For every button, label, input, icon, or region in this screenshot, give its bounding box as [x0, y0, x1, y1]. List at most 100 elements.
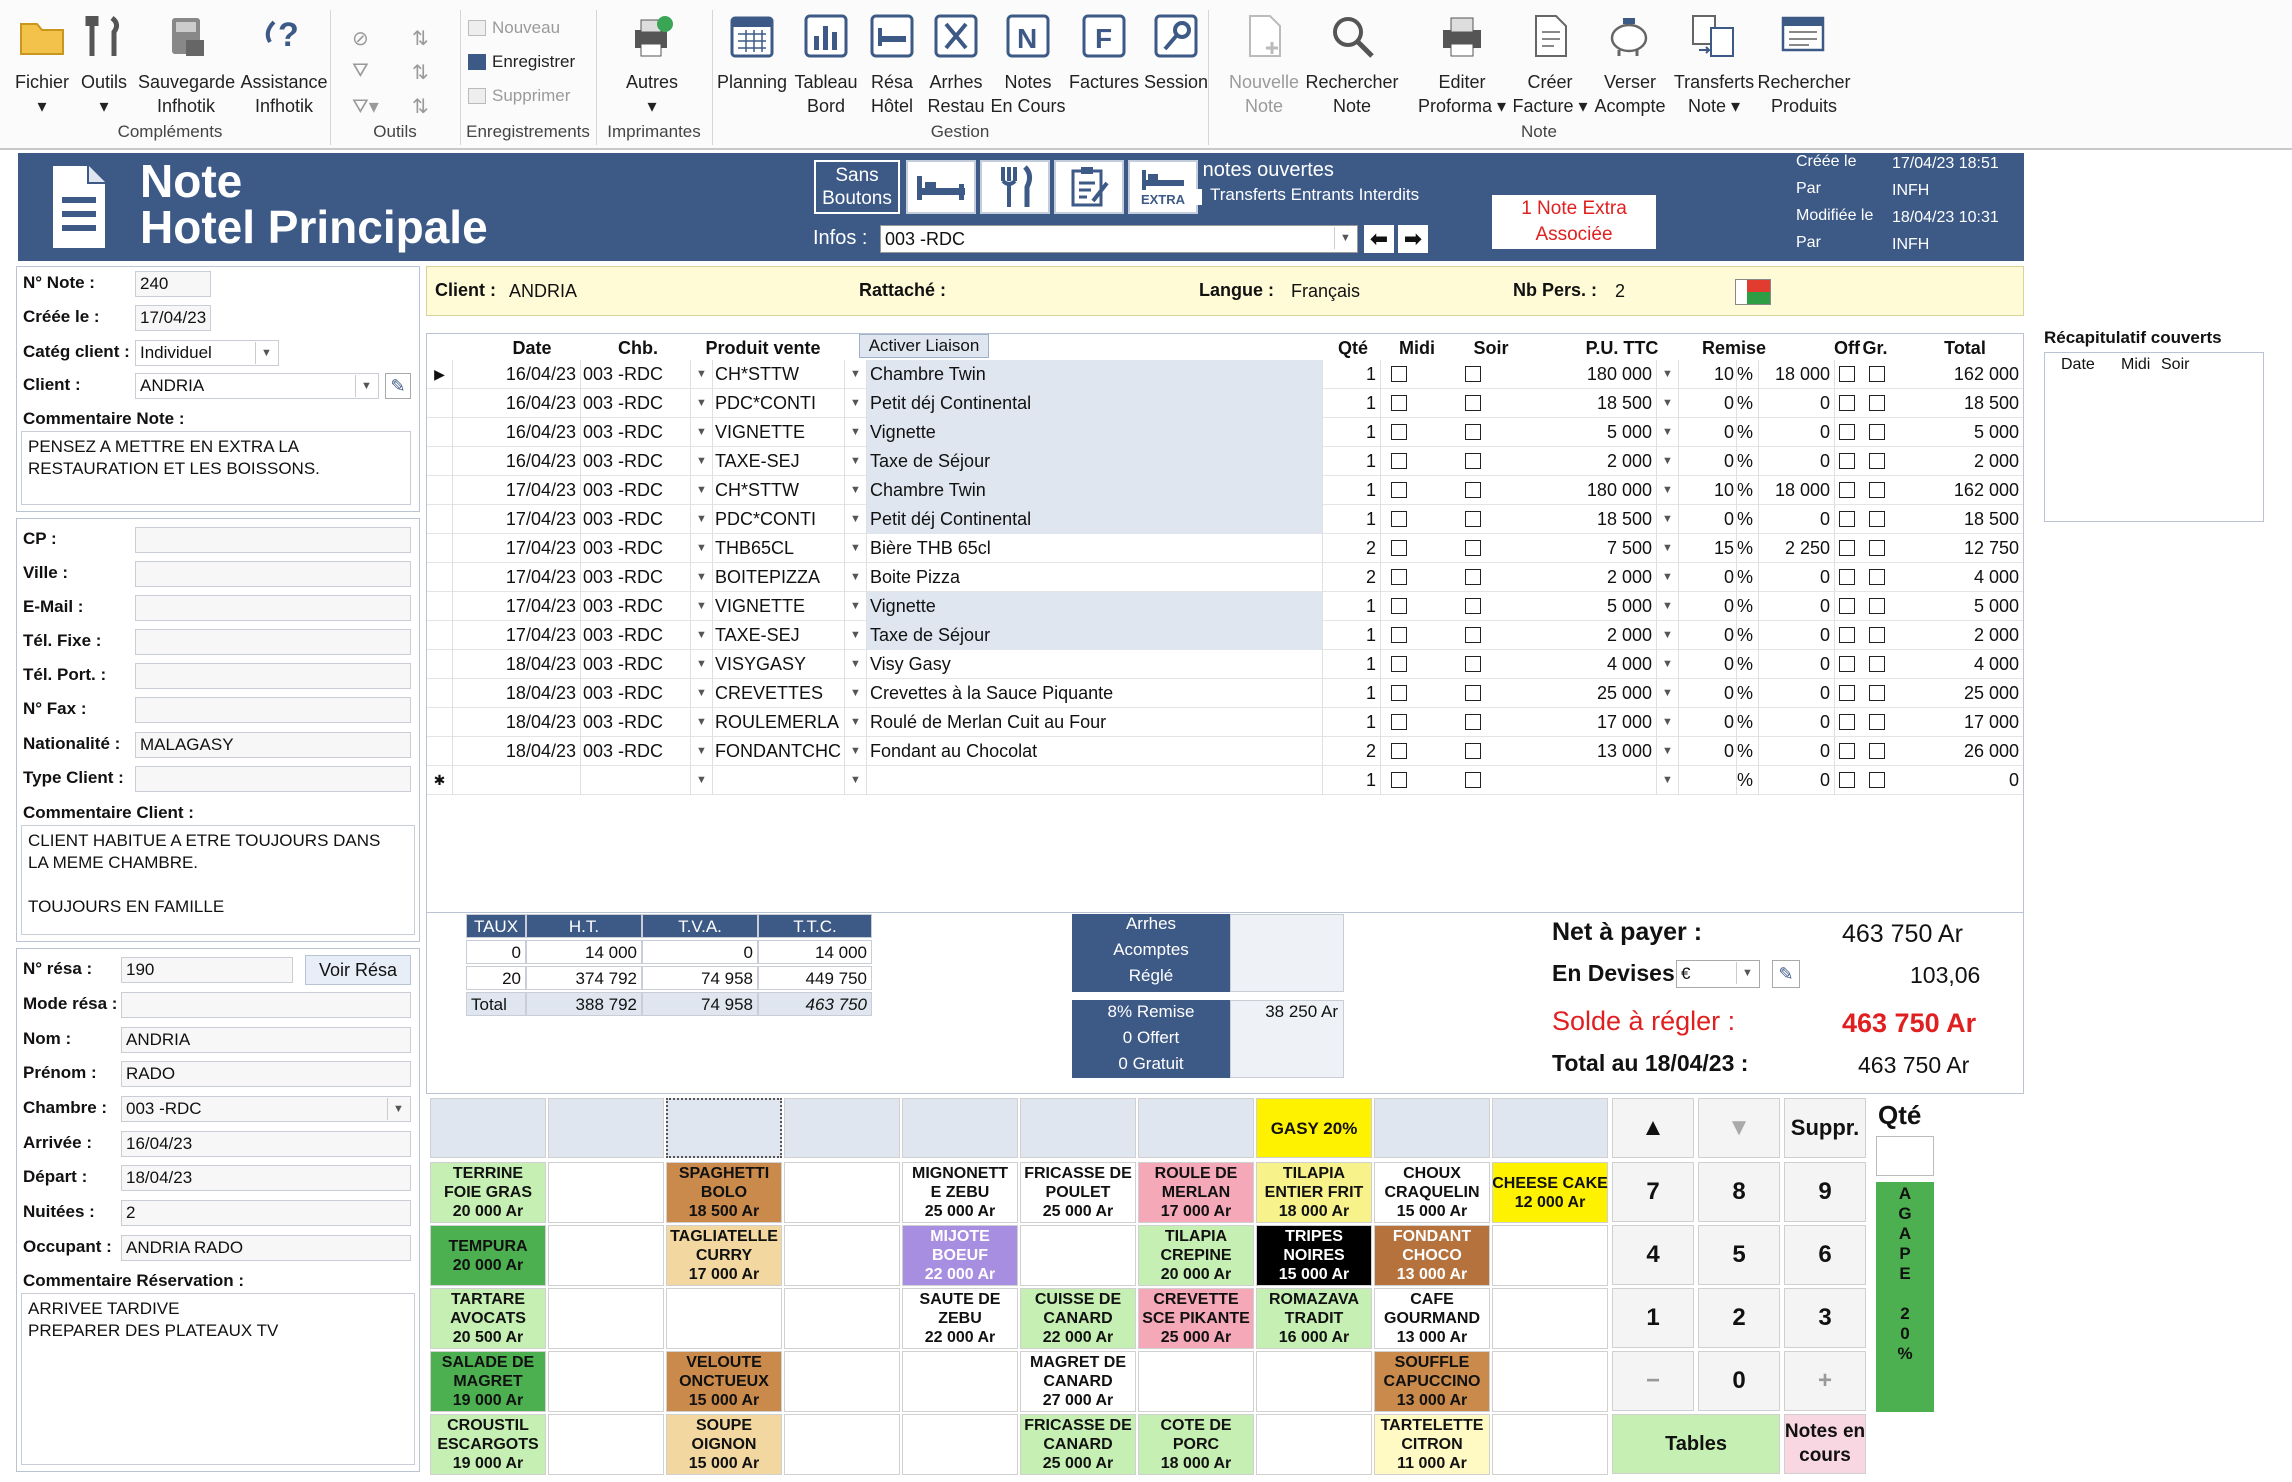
offert-checkbox[interactable]	[1839, 656, 1855, 672]
ribbon-button-piggy-bank[interactable]: Verser Acompte	[1582, 10, 1678, 118]
cell-pu[interactable]: 2 000	[1527, 563, 1657, 592]
filter-dropdown-icon[interactable]: ⛛▾	[352, 94, 379, 119]
offert-checkbox[interactable]	[1839, 714, 1855, 730]
product-button[interactable]: FONDANT CHOCO 13 000 Ar	[1374, 1225, 1490, 1286]
cell-total[interactable]: 4 000	[1893, 563, 2023, 592]
groupe-checkbox[interactable]	[1869, 424, 1885, 440]
chevron-down-icon[interactable]: ▼	[845, 418, 867, 447]
product-button[interactable]: ROMAZAVA TRADIT 16 000 Ar	[1256, 1288, 1372, 1349]
cell-qte[interactable]: 1	[1323, 592, 1381, 621]
chevron-down-icon[interactable]: ▼	[691, 563, 713, 592]
cell-libelle[interactable]: Taxe de Séjour	[867, 447, 1323, 476]
cell-code[interactable]: CREVETTES	[713, 679, 845, 708]
chevron-down-icon[interactable]: ▼	[691, 708, 713, 737]
soir-checkbox[interactable]	[1465, 656, 1481, 672]
soir-checkbox[interactable]	[1465, 569, 1481, 585]
groupe-checkbox[interactable]	[1869, 685, 1885, 701]
nouveau-button[interactable]: Nouveau	[468, 18, 560, 38]
chevron-down-icon[interactable]: ▼	[845, 476, 867, 505]
category-tab[interactable]	[902, 1098, 1018, 1158]
product-button[interactable]: SPAGHETTI BOLO 18 500 Ar	[666, 1162, 782, 1223]
category-tab[interactable]	[1492, 1098, 1608, 1158]
cell-total[interactable]: 12 750	[1893, 534, 2023, 563]
product-button[interactable]: ROULE DE MERLAN 17 000 Ar	[1138, 1162, 1254, 1223]
ribbon-button-transfer[interactable]: Transferts Note ▾	[1666, 10, 1762, 118]
chevron-down-icon[interactable]: ▼	[691, 447, 713, 476]
cell-qte[interactable]: 1	[1323, 708, 1381, 737]
key-6[interactable]: 6	[1784, 1225, 1866, 1285]
product-button[interactable]: TILAPIA ENTIER FRIT 18 000 Ar	[1256, 1162, 1372, 1223]
cell-remise-value[interactable]: 18 000	[1759, 360, 1835, 389]
cell-chb[interactable]: 003 -RDC	[581, 563, 691, 592]
product-button[interactable]: CUISSE DE CANARD 22 000 Ar	[1020, 1288, 1136, 1349]
chevron-down-icon[interactable]: ▼	[1657, 505, 1679, 534]
product-button[interactable]	[548, 1414, 664, 1475]
cell-code[interactable]: BOITEPIZZA	[713, 563, 845, 592]
product-button[interactable]	[784, 1162, 900, 1223]
product-button[interactable]: CREVETTE SCE PIKANTE 25 000 Ar	[1138, 1288, 1254, 1349]
row-selector[interactable]	[427, 389, 453, 418]
soir-checkbox[interactable]	[1465, 424, 1481, 440]
groupe-checkbox[interactable]	[1869, 395, 1885, 411]
cell-remise[interactable]: 0	[1679, 708, 1737, 737]
product-button[interactable]	[784, 1351, 900, 1412]
cell-remise-value[interactable]: 2 250	[1759, 534, 1835, 563]
chevron-down-icon[interactable]: ▼	[1657, 737, 1679, 766]
ribbon-button-help[interactable]: ? Assistance Infhotik	[236, 10, 332, 118]
cell-pu[interactable]: 2 000	[1527, 621, 1657, 650]
table-row[interactable]: ▶ 16/04/23 003 -RDC ▼ CH*STTW ▼ Chambre Twin 1 1…	[427, 360, 2023, 389]
row-selector[interactable]	[427, 737, 453, 766]
cell-code[interactable]: VISYGASY	[713, 650, 845, 679]
groupe-checkbox[interactable]	[1869, 656, 1885, 672]
midi-checkbox[interactable]	[1391, 772, 1407, 788]
groupe-checkbox[interactable]	[1869, 366, 1885, 382]
client-select[interactable]: ANDRIA ▼	[135, 373, 379, 399]
midi-checkbox[interactable]	[1391, 656, 1407, 672]
cell-total[interactable]: 0	[1893, 766, 2023, 795]
product-button[interactable]	[784, 1414, 900, 1475]
product-button[interactable]	[548, 1351, 664, 1412]
cell-date[interactable]: 16/04/23	[453, 389, 581, 418]
cell-chb[interactable]: 003 -RDC	[581, 592, 691, 621]
product-button[interactable]: CHEESE CAKE 12 000 Ar	[1492, 1162, 1608, 1223]
product-button[interactable]: CROUSTIL ESCARGOTS 19 000 Ar	[430, 1414, 546, 1475]
row-selector[interactable]	[427, 534, 453, 563]
plus-key[interactable]: +	[1784, 1351, 1866, 1411]
cell-chb[interactable]: 003 -RDC	[581, 679, 691, 708]
cell-total[interactable]: 2 000	[1893, 447, 2023, 476]
edit-devise-icon[interactable]: ✎	[1772, 960, 1800, 988]
cell-code[interactable]: THB65CL	[713, 534, 845, 563]
row-selector[interactable]	[427, 476, 453, 505]
cell-date[interactable]: 18/04/23	[453, 679, 581, 708]
product-button[interactable]: TERRINE FOIE GRAS 20 000 Ar	[430, 1162, 546, 1223]
cell-qte[interactable]: 1	[1323, 476, 1381, 505]
chevron-down-icon[interactable]: ▼	[1657, 679, 1679, 708]
cell-libelle[interactable]: Petit déj Continental	[867, 505, 1323, 534]
enregistrer-button[interactable]: Enregistrer	[468, 52, 575, 72]
product-button[interactable]	[1492, 1414, 1608, 1475]
product-button[interactable]: MIGNONETT E ZEBU 25 000 Ar	[902, 1162, 1018, 1223]
cell-qte[interactable]: 2	[1323, 563, 1381, 592]
cell-remise-value[interactable]: 0	[1759, 708, 1835, 737]
chevron-down-icon[interactable]: ▼	[691, 418, 713, 447]
cell-chb[interactable]: 003 -RDC	[581, 737, 691, 766]
chevron-down-icon[interactable]: ▼	[845, 650, 867, 679]
prenom-field[interactable]: RADO	[121, 1061, 411, 1087]
offert-checkbox[interactable]	[1839, 453, 1855, 469]
cell-remise[interactable]: 10	[1679, 476, 1737, 505]
category-tab[interactable]: GASY 20%	[1256, 1098, 1372, 1158]
cell-total[interactable]: 2 000	[1893, 621, 2023, 650]
cell-libelle[interactable]: Chambre Twin	[867, 476, 1323, 505]
table-row[interactable]: 17/04/23 003 -RDC ▼ VIGNETTE ▼ Vignette 1 5 000…	[427, 592, 2023, 621]
groupe-checkbox[interactable]	[1869, 772, 1885, 788]
chevron-down-icon[interactable]: ▼	[845, 621, 867, 650]
product-button[interactable]	[548, 1288, 664, 1349]
cell-remise[interactable]	[1679, 766, 1737, 795]
product-button[interactable]: TRIPES NOIRES 15 000 Ar	[1256, 1225, 1372, 1286]
offert-checkbox[interactable]	[1839, 366, 1855, 382]
cell-total[interactable]: 5 000	[1893, 418, 2023, 447]
agape-button[interactable]: A G A P E 2 0 %	[1876, 1182, 1934, 1412]
chevron-down-icon[interactable]: ▼	[845, 708, 867, 737]
tables-button[interactable]: Tables	[1612, 1414, 1780, 1474]
clipboard-edit-icon[interactable]	[1054, 160, 1124, 214]
